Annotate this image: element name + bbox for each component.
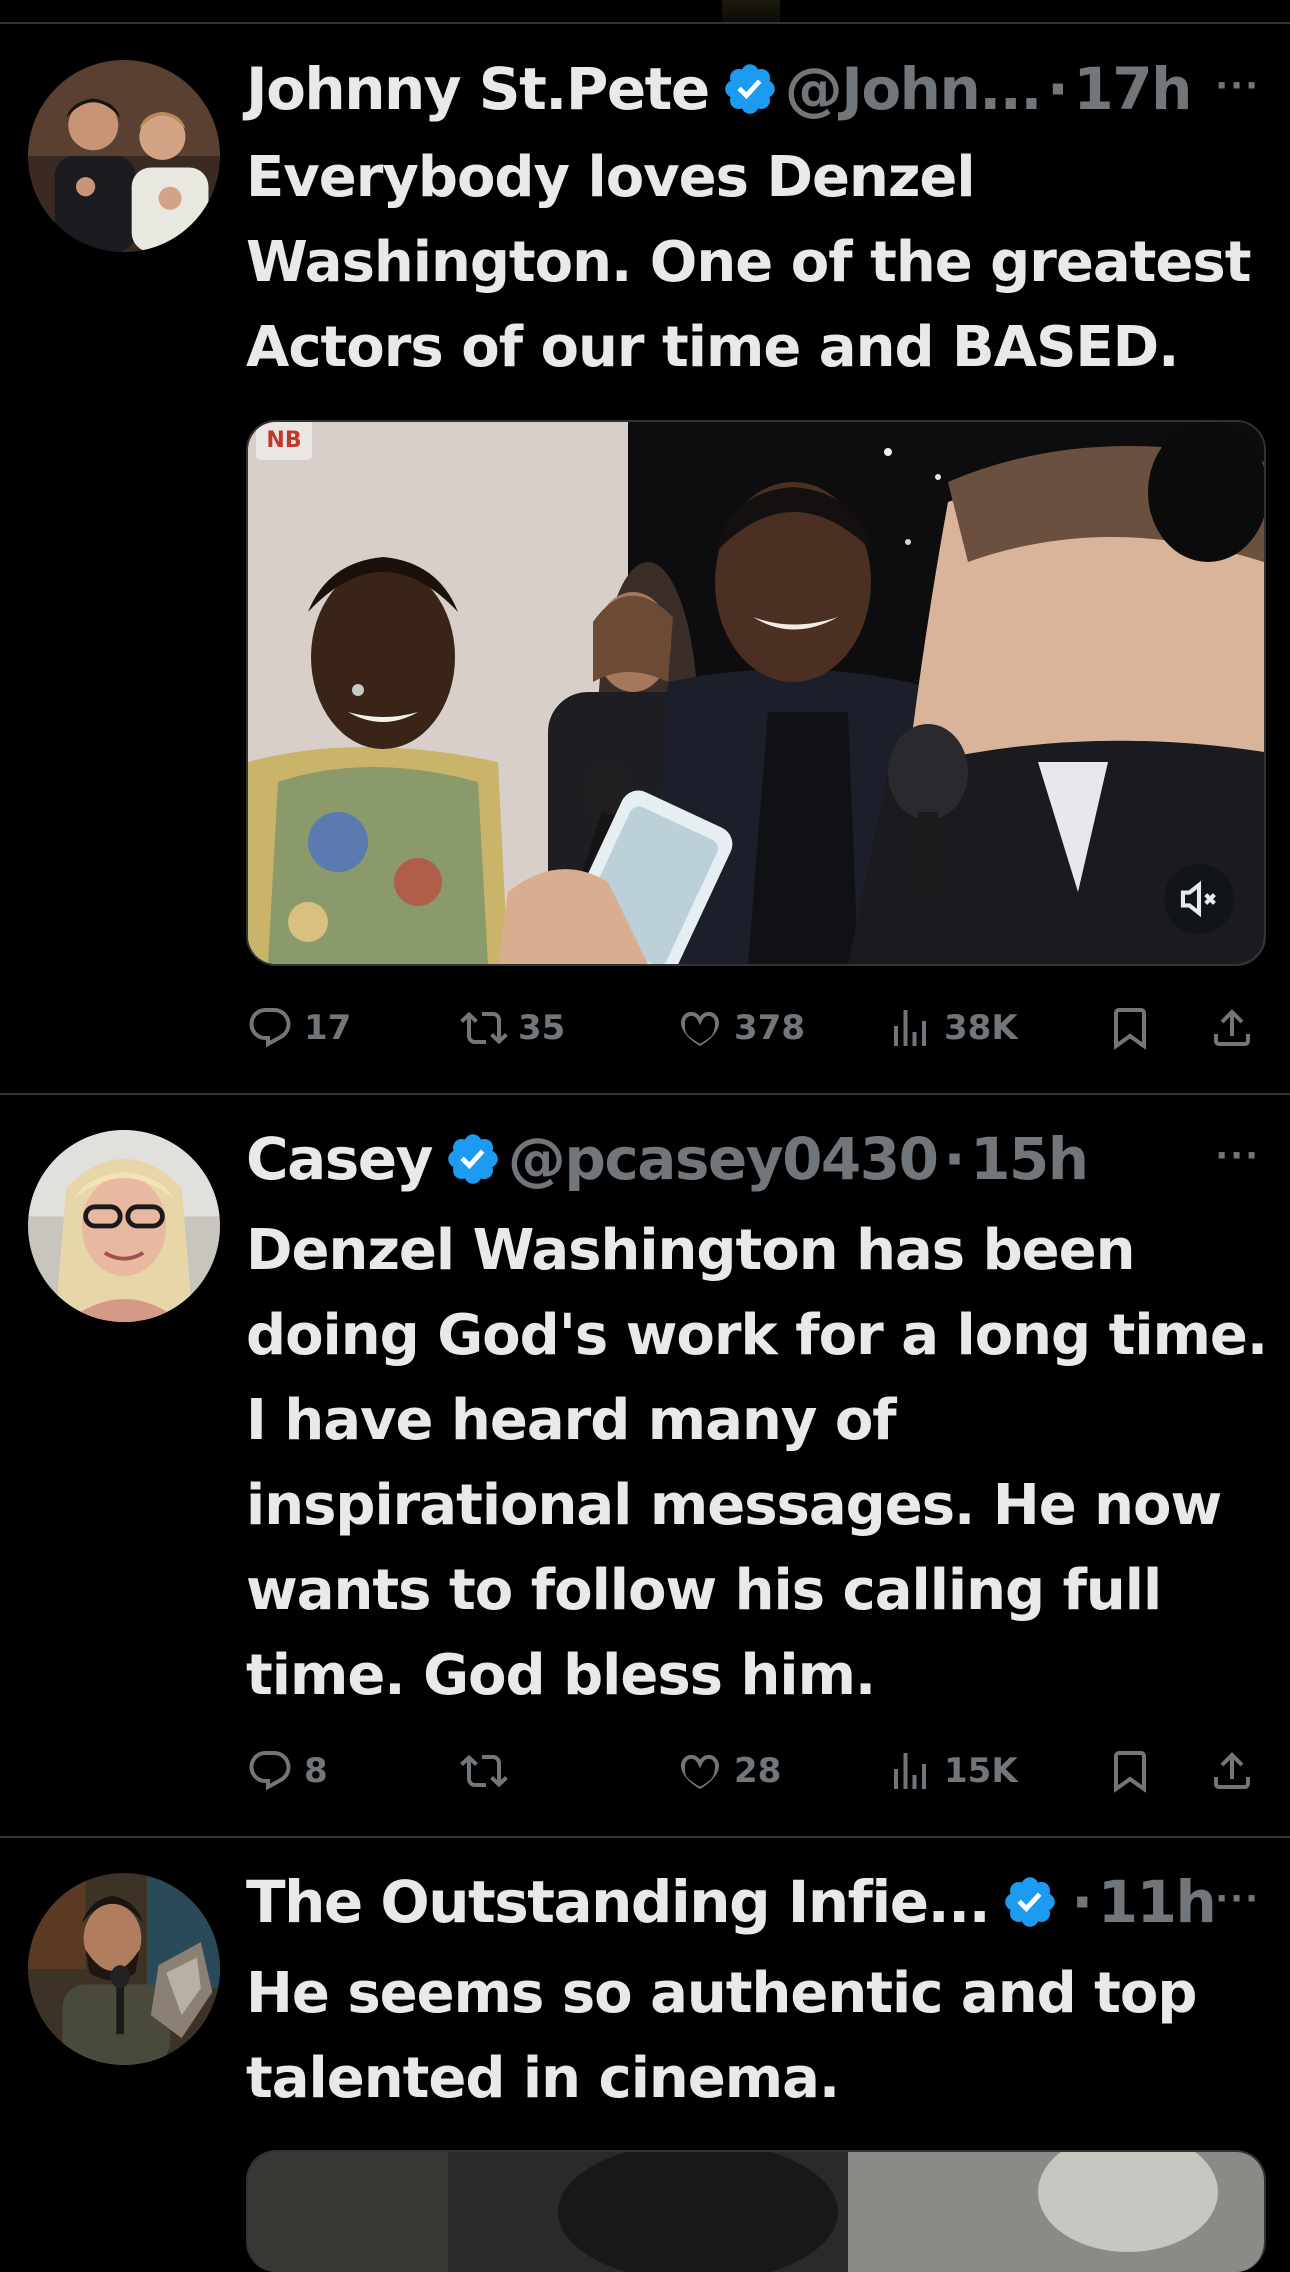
tweet-actions: 17 35 378 38K [246,993,1266,1063]
tweet-actions: 8 28 15K [246,1736,1266,1806]
like-icon [681,1754,719,1789]
reply-icon [249,1751,291,1791]
verified-badge-icon[interactable] [1001,1873,1059,1931]
timestamp[interactable]: 17h [1073,55,1192,123]
views-icon [894,1010,926,1046]
share-button[interactable] [1208,993,1256,1063]
avatar[interactable] [28,1873,220,2065]
avatar-casey-image [28,1130,220,1322]
tweet-text: Everybody loves Denzel Washington. One o… [246,135,1266,390]
mute-icon [1180,880,1216,918]
author-handle[interactable]: @pcasey0430 [508,1125,939,1193]
views-button[interactable]: 15K [886,1736,1018,1806]
more-icon[interactable]: ··· [1215,1136,1260,1176]
views-count: 15K [944,1751,1018,1791]
like-icon [681,1011,719,1046]
separator-dot: · [943,1125,966,1193]
channel-logo: NB [256,422,312,460]
verified-badge-icon[interactable] [444,1130,502,1188]
video-frame-image [248,422,1264,964]
bookmark-button[interactable] [1106,993,1154,1063]
author-handle[interactable]: @John... [785,55,1043,123]
views-button[interactable]: 38K [886,993,1018,1063]
bookmark-button[interactable] [1106,1736,1154,1806]
tweet-text-line: He seems so authentic and top [246,1961,1197,2026]
timestamp[interactable]: 15h [970,1125,1089,1193]
like-count: 28 [734,1751,782,1791]
avatar-outstanding-image [28,1873,220,2065]
tweet-text: He seems so authentic and top talented i… [246,1951,1266,2121]
tweet-text-line: Denzel Washington has been [246,1218,1136,1283]
more-icon[interactable]: ··· [1215,1879,1260,1919]
separator-dot: · [1071,1868,1093,1936]
avatar[interactable] [28,1130,220,1322]
tweet-text-line: I have heard many of [246,1388,897,1453]
more-icon[interactable]: ··· [1215,66,1260,106]
tweet-text-line: wants to follow his calling full [246,1558,1162,1623]
top-glow [722,0,780,22]
mute-button[interactable] [1164,864,1234,934]
reply-count: 8 [304,1751,328,1791]
author-name[interactable]: The Outstanding Infie... [246,1868,991,1936]
tweet-text-line: inspirational messages. He now [246,1473,1222,1538]
timestamp[interactable]: 11h [1098,1868,1217,1936]
repost-icon [460,1754,508,1788]
reply-icon [249,1008,291,1048]
repost-count: 35 [518,1008,566,1048]
reply-count: 17 [304,1008,352,1048]
share-button[interactable] [1208,1736,1256,1806]
tweet-text-line: talented in cinema. [246,2046,840,2111]
like-count: 378 [734,1008,805,1048]
author-name[interactable]: Johnny St.Pete [246,55,710,123]
bookmark-icon [1114,1008,1146,1050]
share-icon [1214,1752,1250,1789]
avatar-johnny-image [28,60,220,252]
tweet-header: Johnny St.Pete @John... · 17h ··· [246,54,1260,124]
top-divider [0,22,1290,24]
tweet-text-line: doing God's work for a long time. [246,1303,1268,1368]
views-count: 38K [944,1008,1018,1048]
like-button[interactable]: 28 [676,1736,781,1806]
tweet-text: Denzel Washington has been doing God's w… [246,1208,1268,1718]
media-preview[interactable] [246,2150,1266,2272]
author-name[interactable]: Casey [246,1125,433,1193]
separator-dot: · [1046,55,1069,123]
tweet-header: The Outstanding Infie... · 11h ··· [246,1867,1260,1937]
like-button[interactable]: 378 [676,993,805,1063]
views-icon [894,1753,926,1789]
tweet-text-line: Washington. One of the greatest [246,230,1252,295]
verified-badge-icon[interactable] [721,60,779,118]
tweet-text-line: time. God bless him. [246,1643,876,1708]
tweet-text-line: Everybody loves Denzel [246,145,976,210]
avatar[interactable] [28,60,220,252]
video-player[interactable]: NB [246,420,1266,966]
bookmark-icon [1114,1751,1146,1793]
reply-button[interactable]: 8 [246,1736,328,1806]
repost-button[interactable]: 35 [460,993,565,1063]
tweet-header: Casey @pcasey0430 · 15h ··· [246,1124,1260,1194]
reply-button[interactable]: 17 [246,993,351,1063]
tweet-divider [0,1093,1290,1095]
repost-button[interactable] [460,1736,518,1806]
share-icon [1214,1009,1250,1046]
tweet-text-line: Actors of our time and BASED. [246,315,1179,380]
media-preview-image [248,2152,1264,2272]
repost-icon [460,1011,508,1045]
tweet-divider [0,1836,1290,1838]
